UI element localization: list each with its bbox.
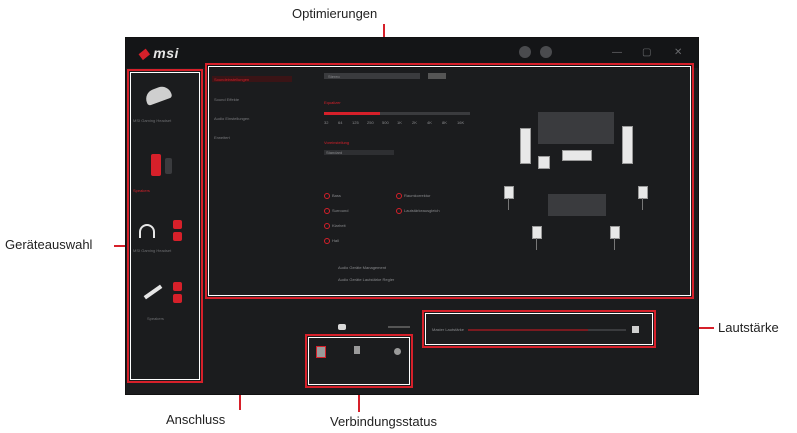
highlight-inner bbox=[208, 66, 691, 296]
callout-device-selection: Geräteauswahl bbox=[5, 237, 93, 252]
connection-port-line bbox=[388, 326, 410, 328]
msi-logo: ◆ msi bbox=[138, 45, 179, 62]
logo-text: msi bbox=[153, 45, 179, 61]
dragon-icon: ◆ bbox=[138, 45, 150, 61]
connection-port-indicator[interactable] bbox=[338, 324, 346, 330]
callout-connection-status: Verbindungsstatus bbox=[330, 414, 437, 429]
highlight-inner bbox=[308, 337, 410, 385]
maximize-icon[interactable]: ▢ bbox=[642, 47, 651, 58]
close-icon[interactable]: ✕ bbox=[674, 47, 682, 58]
minimize-icon[interactable]: — bbox=[612, 47, 622, 58]
callout-connection: Anschluss bbox=[166, 412, 226, 427]
callout-volume: Lautstärke bbox=[718, 320, 779, 335]
highlight-connection-status bbox=[305, 334, 413, 388]
highlight-optimizations bbox=[205, 63, 694, 299]
callout-optimizations: Optimierungen bbox=[292, 6, 378, 21]
highlight-inner bbox=[425, 313, 653, 345]
highlight-device-selection bbox=[127, 69, 203, 383]
highlight-volume bbox=[422, 310, 656, 348]
settings-icon[interactable] bbox=[540, 46, 552, 58]
highlight-inner bbox=[130, 72, 200, 380]
info-icon[interactable] bbox=[519, 46, 531, 58]
